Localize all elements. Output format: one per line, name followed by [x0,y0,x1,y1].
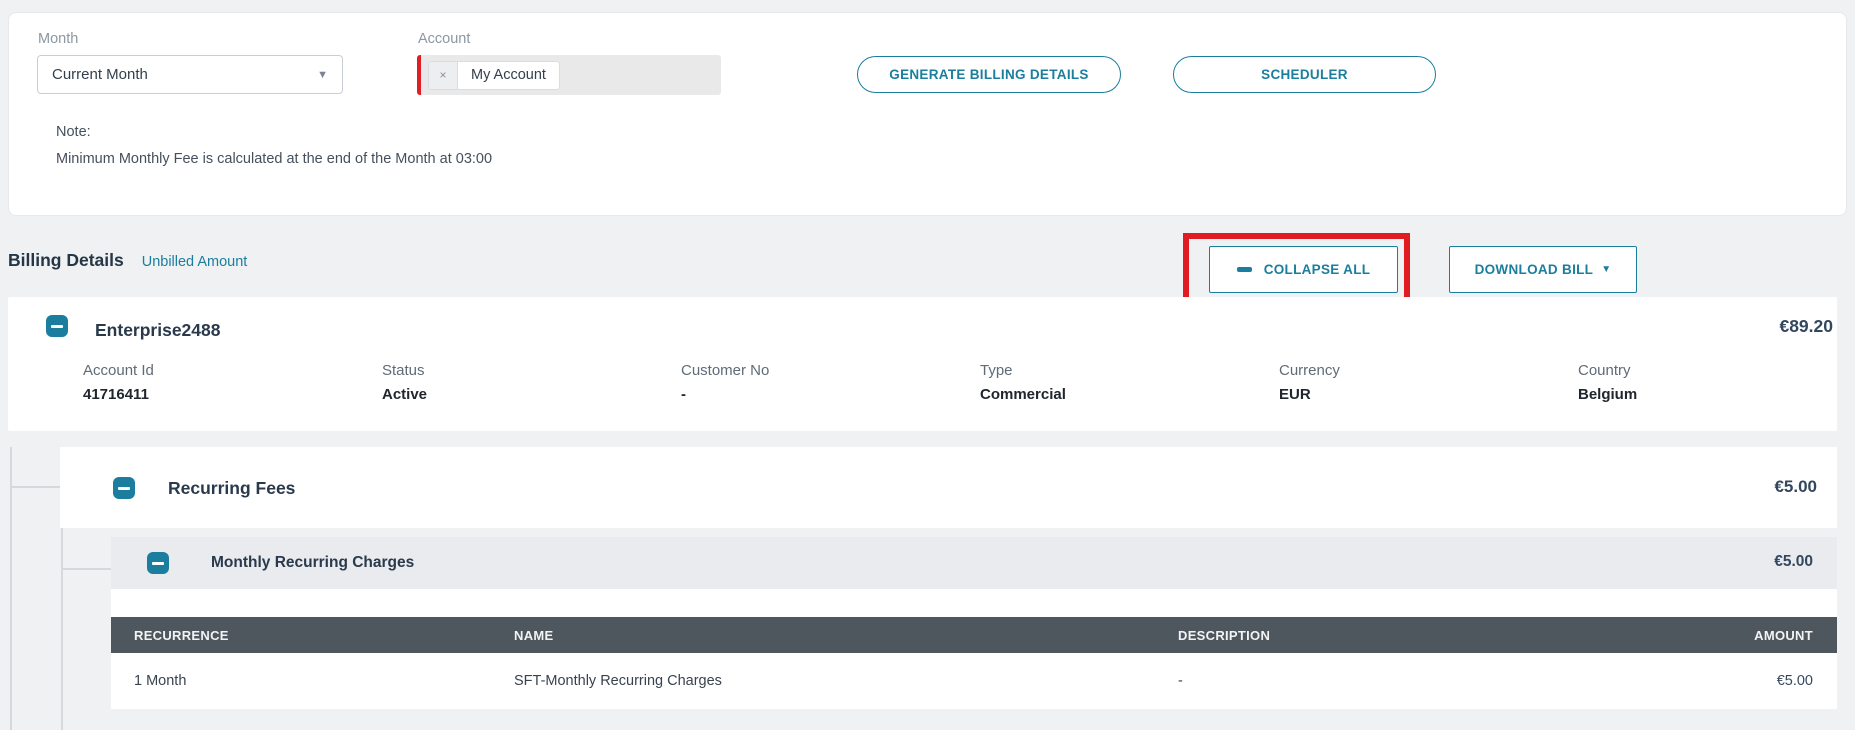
account-total-amount: €89.20 [1779,316,1833,337]
chip-remove-icon[interactable]: × [429,62,458,89]
tree-line-connector-1 [10,486,60,488]
collapse-recurring-icon[interactable] [113,477,135,499]
cell-name: SFT-Monthly Recurring Charges [491,673,1155,689]
month-select-value: Current Month [52,66,148,83]
table-row: 1 Month SFT-Monthly Recurring Charges - … [111,653,1837,709]
recurring-fees-title: Recurring Fees [168,478,295,499]
monthly-recurring-section: Monthly Recurring Charges €5.00 [111,537,1837,589]
charges-table-container: RECURRENCE NAME DESCRIPTION AMOUNT 1 Mon… [111,589,1837,709]
monthly-recurring-amount: €5.00 [1774,553,1813,571]
field-currency: Currency EUR [1279,362,1578,403]
tree-line-vertical-2 [61,528,63,730]
minus-icon [1237,267,1252,272]
collapse-monthly-icon[interactable] [147,552,169,574]
tree-line-connector-2 [61,568,111,570]
month-select[interactable]: Current Month ▼ [37,55,343,94]
recurring-fees-amount: €5.00 [1774,477,1817,497]
field-account-id: Account Id 41716411 [83,362,382,403]
field-status: Status Active [382,362,681,403]
monthly-recurring-title: Monthly Recurring Charges [211,554,414,572]
cell-amount: €5.00 [1637,673,1837,689]
note-text: Minimum Monthly Fee is calculated at the… [56,146,492,173]
header-name: NAME [491,628,1155,643]
chevron-down-icon: ▼ [1601,264,1611,275]
chevron-down-icon: ▼ [317,69,328,81]
table-header-row: RECURRENCE NAME DESCRIPTION AMOUNT [111,617,1837,653]
cell-recurrence: 1 Month [111,673,491,689]
generate-billing-details-button[interactable]: GENERATE BILLING DETAILS [857,56,1121,93]
note: Note: Minimum Monthly Fee is calculated … [56,119,492,173]
account-multiselect[interactable]: × My Account [417,55,721,95]
note-title: Note: [56,119,492,146]
filter-panel: Month Current Month ▼ Account × My Accou… [8,12,1847,216]
account-label: Account [418,31,470,47]
cell-description: - [1155,673,1637,689]
download-bill-label: DOWNLOAD BILL [1475,262,1594,277]
unbilled-amount-link[interactable]: Unbilled Amount [142,254,248,270]
field-country: Country Belgium [1578,362,1855,403]
page-title: Billing Details [8,250,124,271]
month-label: Month [38,31,78,47]
recurring-fees-section: Recurring Fees €5.00 [60,447,1837,528]
account-chip: × My Account [428,61,560,90]
tree-line-vertical-1 [10,447,12,730]
field-type: Type Commercial [980,362,1279,403]
header-description: DESCRIPTION [1155,628,1637,643]
download-bill-button[interactable]: DOWNLOAD BILL ▼ [1449,246,1637,293]
account-fields: Account Id 41716411 Status Active Custom… [83,362,1843,403]
account-name: Enterprise2488 [95,320,221,341]
header-amount: AMOUNT [1637,628,1837,643]
collapse-account-icon[interactable] [46,315,68,337]
chip-label: My Account [458,62,559,89]
charges-table: RECURRENCE NAME DESCRIPTION AMOUNT 1 Mon… [111,617,1837,709]
scheduler-button[interactable]: SCHEDULER [1173,56,1436,93]
billing-header: Billing Details Unbilled Amount [8,250,247,271]
collapse-all-button[interactable]: COLLAPSE ALL [1209,246,1398,293]
header-recurrence: RECURRENCE [111,628,491,643]
field-customer-no: Customer No - [681,362,980,403]
collapse-all-label: COLLAPSE ALL [1264,262,1371,277]
